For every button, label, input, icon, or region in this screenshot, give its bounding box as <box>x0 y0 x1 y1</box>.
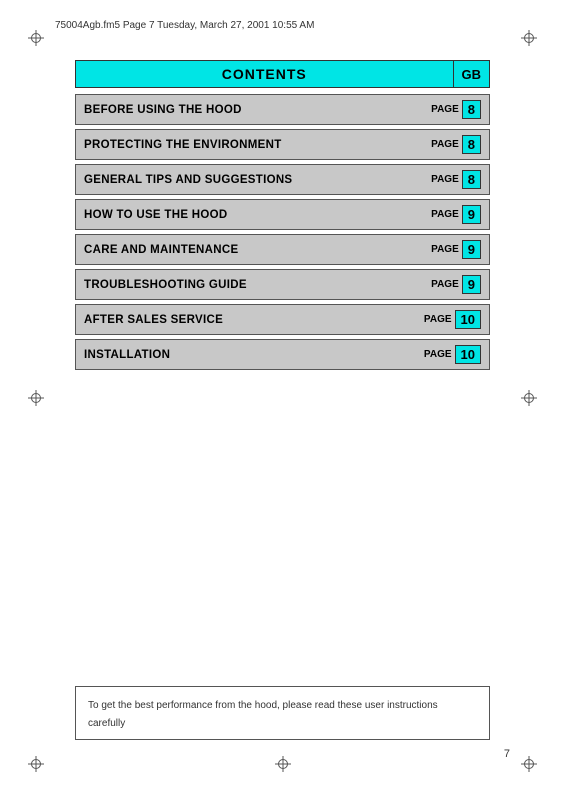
crosshair-mid-right <box>521 390 537 406</box>
toc-page-cell: PAGE9 <box>409 200 489 229</box>
toc-page-label: PAGE <box>431 174 459 185</box>
toc-page-cell: PAGE10 <box>409 305 489 334</box>
toc-page-num: 10 <box>455 310 481 329</box>
toc-page-num: 8 <box>462 100 481 119</box>
contents-title-box: CONTENTS <box>75 60 454 88</box>
main-content: CONTENTS GB BEFORE USING THE HOODPAGE8PR… <box>75 60 490 374</box>
toc-title-cell: INSTALLATION <box>76 340 409 369</box>
crosshair-mid-left <box>28 390 44 406</box>
toc-page-num: 10 <box>455 345 481 364</box>
toc-title-cell: BEFORE USING THE HOOD <box>76 95 409 124</box>
toc-page-label: PAGE <box>424 314 452 325</box>
toc-page-num: 9 <box>462 205 481 224</box>
toc-page-cell: PAGE8 <box>409 95 489 124</box>
toc-row: TROUBLESHOOTING GUIDE PAGE9 <box>75 269 490 300</box>
toc-row: GENERAL TIPS AND SUGGESTIONS PAGE8 <box>75 164 490 195</box>
contents-gb-box: GB <box>454 60 491 88</box>
header-bar: 75004Agb.fm5 Page 7 Tuesday, March 27, 2… <box>55 20 510 31</box>
page-number: 7 <box>504 748 510 760</box>
toc-page-cell: PAGE9 <box>409 235 489 264</box>
toc-row: PROTECTING THE ENVIRONMENT PAGE8 <box>75 129 490 160</box>
toc-page-label: PAGE <box>431 139 459 150</box>
toc-title-text: BEFORE USING THE HOOD <box>84 104 242 116</box>
bottom-note: To get the best performance from the hoo… <box>75 686 490 740</box>
toc-title-text: GENERAL TIPS AND SUGGESTIONS <box>84 174 292 186</box>
toc-page-label: PAGE <box>431 279 459 290</box>
toc-title-text: CARE AND MAINTENANCE <box>84 244 238 256</box>
toc-row: AFTER SALES SERVICE PAGE10 <box>75 304 490 335</box>
toc-page-num: 8 <box>462 170 481 189</box>
toc-title-cell: HOW TO USE THE HOOD <box>76 200 409 229</box>
crosshair-bot-left <box>28 756 44 772</box>
page-container: 75004Agb.fm5 Page 7 Tuesday, March 27, 2… <box>0 0 565 800</box>
toc-page-num: 8 <box>462 135 481 154</box>
crosshair-bot-center <box>275 756 291 772</box>
toc-page-cell: PAGE9 <box>409 270 489 299</box>
toc-title-text: PROTECTING THE ENVIRONMENT <box>84 139 282 151</box>
crosshair-top-right <box>521 30 537 46</box>
toc-page-label: PAGE <box>431 244 459 255</box>
toc-row: CARE AND MAINTENANCE PAGE9 <box>75 234 490 265</box>
contents-title: CONTENTS <box>222 66 307 82</box>
toc-title-text: TROUBLESHOOTING GUIDE <box>84 279 247 291</box>
toc-page-cell: PAGE8 <box>409 130 489 159</box>
toc-title-text: AFTER SALES SERVICE <box>84 314 223 326</box>
header-filename: 75004Agb.fm5 Page 7 Tuesday, March 27, 2… <box>55 20 314 31</box>
bottom-note-text: To get the best performance from the hoo… <box>88 700 438 729</box>
toc-page-num: 9 <box>462 240 481 259</box>
toc-page-label: PAGE <box>431 104 459 115</box>
toc-page-cell: PAGE8 <box>409 165 489 194</box>
contents-gb-label: GB <box>462 67 482 82</box>
toc-page-label: PAGE <box>431 209 459 220</box>
toc-row: INSTALLATION PAGE10 <box>75 339 490 370</box>
toc-title-cell: TROUBLESHOOTING GUIDE <box>76 270 409 299</box>
contents-header: CONTENTS GB <box>75 60 490 88</box>
crosshair-top-left <box>28 30 44 46</box>
toc-title-text: HOW TO USE THE HOOD <box>84 209 228 221</box>
toc-title-cell: PROTECTING THE ENVIRONMENT <box>76 130 409 159</box>
toc-title-cell: CARE AND MAINTENANCE <box>76 235 409 264</box>
toc-table: BEFORE USING THE HOODPAGE8PROTECTING THE… <box>75 94 490 370</box>
toc-page-cell: PAGE10 <box>409 340 489 369</box>
toc-row: HOW TO USE THE HOOD PAGE9 <box>75 199 490 230</box>
toc-page-label: PAGE <box>424 349 452 360</box>
toc-title-cell: GENERAL TIPS AND SUGGESTIONS <box>76 165 409 194</box>
toc-page-num: 9 <box>462 275 481 294</box>
toc-title-text: INSTALLATION <box>84 349 170 361</box>
toc-title-cell: AFTER SALES SERVICE <box>76 305 409 334</box>
toc-row: BEFORE USING THE HOOD PAGE8 <box>75 94 490 125</box>
crosshair-bot-right <box>521 756 537 772</box>
